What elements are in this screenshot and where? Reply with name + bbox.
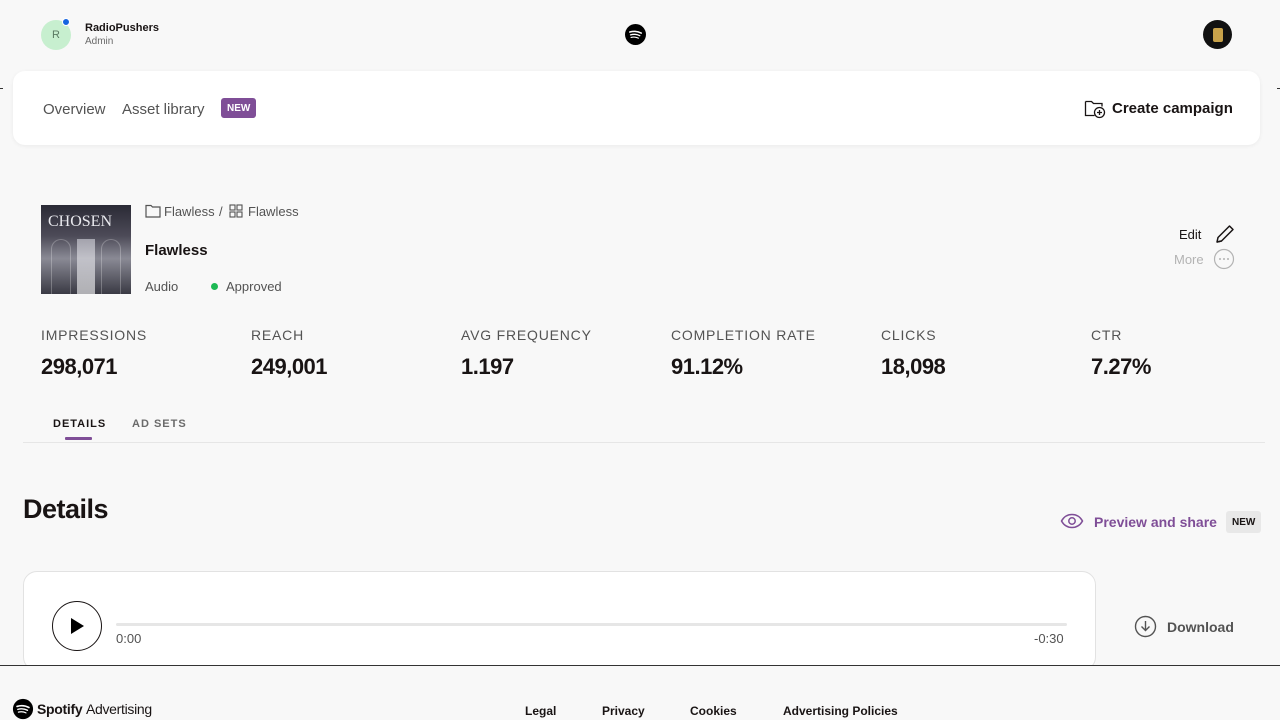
stat-completion-rate-value: 91.12% (671, 354, 743, 379)
cover-arch (101, 239, 121, 294)
stat-impressions-label: IMPRESSIONS (41, 327, 148, 343)
status-text: Approved (226, 279, 282, 294)
account-role: Admin (85, 36, 114, 47)
tabs-divider (23, 442, 1265, 443)
breadcrumb-ad-set[interactable]: Flawless (248, 204, 299, 219)
spotify-logo-icon[interactable] (625, 24, 646, 45)
nav-asset-library-link[interactable]: Asset library (122, 101, 205, 118)
details-heading: Details (23, 494, 109, 524)
stat-clicks-value: 18,098 (881, 354, 946, 379)
cover-text: CHOSEN (48, 213, 113, 230)
footer-link-legal[interactable]: Legal (525, 704, 556, 718)
stat-ctr-value: 7.27% (1091, 354, 1151, 379)
cover-arch (51, 239, 71, 294)
profile-image (1212, 27, 1223, 42)
download-button[interactable]: Download (1167, 619, 1234, 635)
stat-completion-rate-label: COMPLETION RATE (671, 327, 816, 343)
download-icon[interactable] (1134, 615, 1157, 638)
asset-type: Audio (145, 279, 179, 294)
stat-clicks-label: CLICKS (881, 327, 937, 343)
stat-avg-frequency-value: 1.197 (461, 354, 514, 379)
stat-reach-label: REACH (251, 327, 305, 343)
breadcrumb-campaign[interactable]: Flawless (164, 204, 215, 219)
breadcrumb-separator: / (219, 204, 223, 219)
stat-ctr-label: CTR (1091, 327, 1123, 343)
preview-and-share-link[interactable]: Preview and share (1094, 514, 1217, 530)
audio-progress-bar[interactable] (116, 623, 1067, 626)
folder-icon (145, 204, 161, 218)
cover-aisle (77, 239, 95, 294)
grid-icon (229, 204, 243, 218)
footer-link-cookies[interactable]: Cookies (690, 704, 737, 718)
footer-link-privacy[interactable]: Privacy (602, 704, 645, 718)
create-campaign-button[interactable]: Create campaign (1112, 100, 1233, 117)
active-tab-indicator (65, 437, 92, 440)
status-dot-icon (211, 283, 218, 290)
folder-add-icon[interactable] (1084, 99, 1106, 119)
asset-cover-image: CHOSEN (41, 205, 131, 294)
tab-ad-sets[interactable]: AD SETS (132, 418, 187, 430)
edge-divider (0, 88, 3, 89)
audio-player-card (23, 571, 1096, 671)
pencil-icon[interactable] (1213, 222, 1237, 246)
notification-dot (62, 18, 70, 26)
stat-reach-value: 249,001 (251, 354, 328, 379)
eye-icon[interactable] (1060, 512, 1084, 530)
spotify-logo-icon[interactable] (12, 698, 34, 720)
brand-name: Spotify (37, 701, 83, 717)
avatar-initial: R (52, 29, 60, 41)
new-badge: NEW (221, 98, 257, 118)
new-badge: NEW (1226, 511, 1262, 533)
account-name[interactable]: RadioPushers (85, 22, 159, 34)
profile-avatar[interactable] (1203, 20, 1232, 49)
more-options-icon[interactable] (1213, 248, 1235, 270)
play-button[interactable] (52, 601, 102, 651)
asset-title: Flawless (145, 242, 208, 259)
time-remaining: -0:30 (1034, 631, 1064, 646)
brand-suffix: Advertising (85, 701, 152, 717)
tab-details[interactable]: DETAILS (53, 418, 106, 430)
play-icon (71, 618, 84, 634)
stat-impressions-value: 298,071 (41, 354, 118, 379)
footer-brand[interactable]: Spotify Advertising (37, 701, 152, 717)
time-elapsed: 0:00 (116, 631, 142, 646)
edit-button[interactable]: Edit (1179, 227, 1201, 242)
more-button[interactable]: More (1174, 252, 1204, 267)
nav-overview-link[interactable]: Overview (43, 101, 106, 118)
footer-link-advertising-policies[interactable]: Advertising Policies (783, 704, 898, 718)
stat-avg-frequency-label: AVG FREQUENCY (461, 327, 592, 343)
